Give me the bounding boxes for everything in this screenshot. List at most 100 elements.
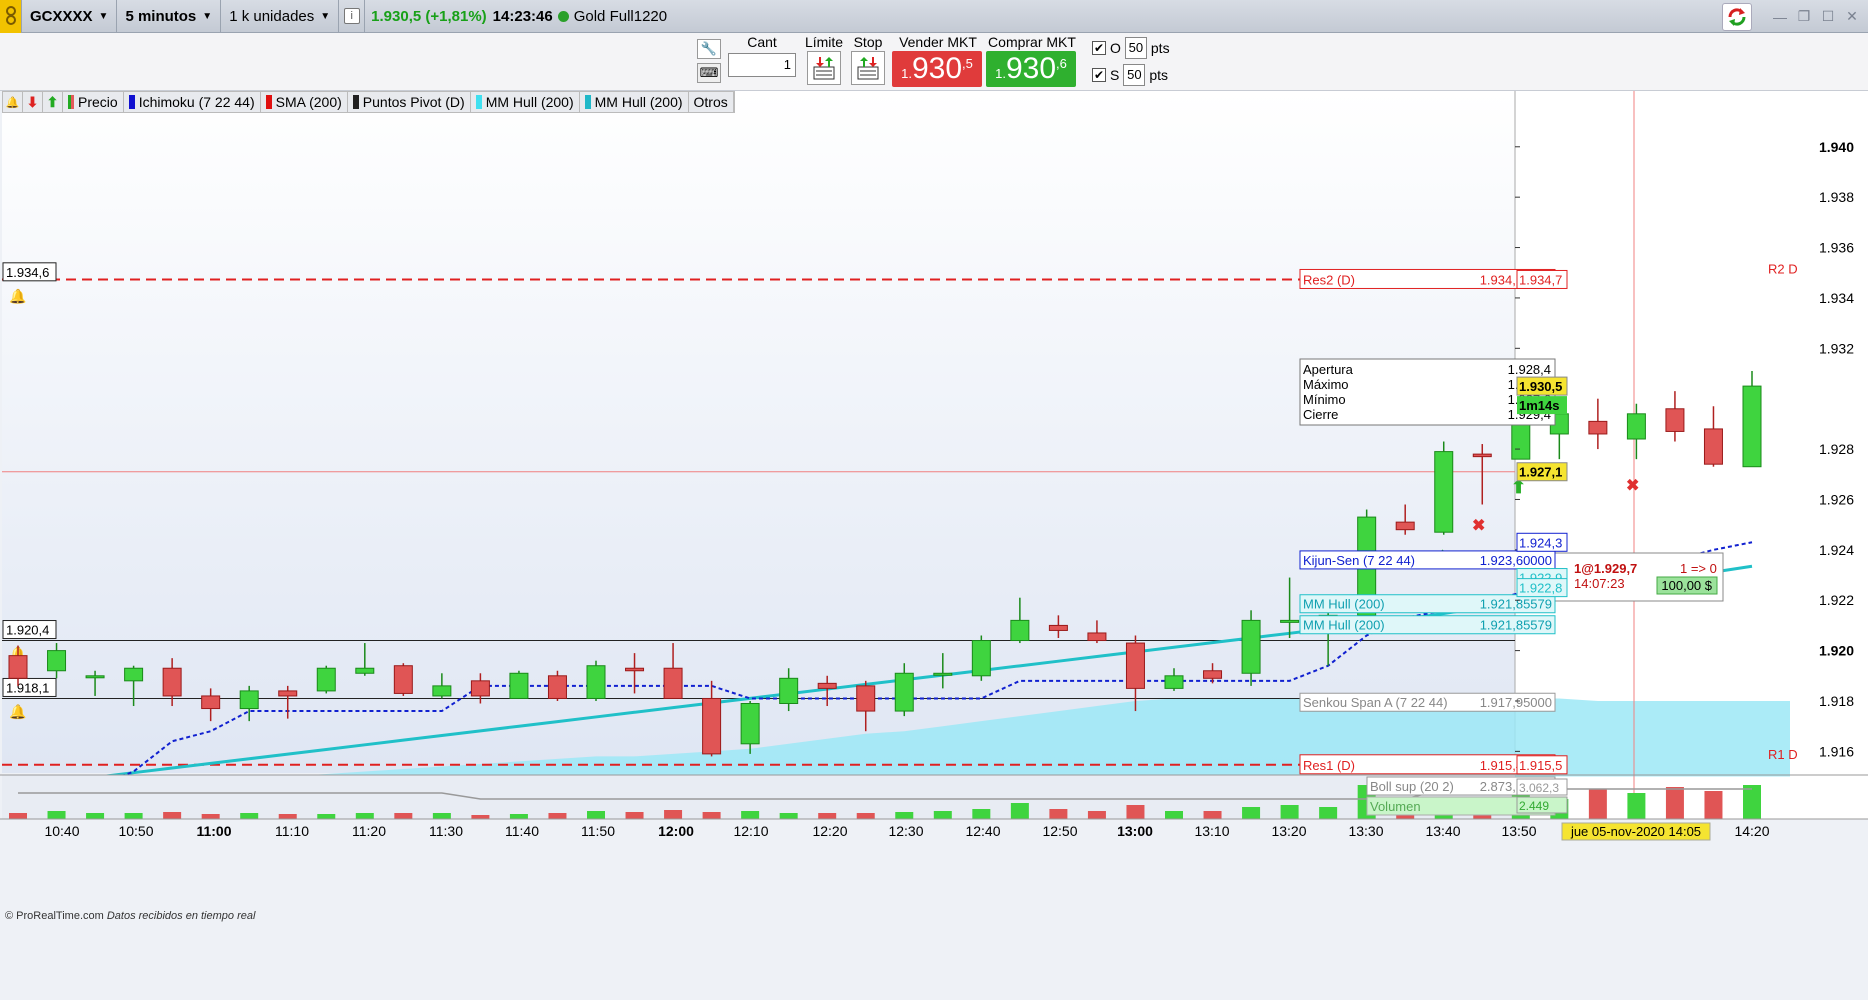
objective-row: ✔ O 50 pts bbox=[1092, 37, 1170, 59]
buy-group: Comprar MKT 1. 930,6 bbox=[986, 33, 1078, 91]
stop-s-label: S bbox=[1110, 67, 1120, 83]
candle-body bbox=[894, 672, 914, 712]
down-arrow-button[interactable]: ⬇ bbox=[23, 92, 43, 112]
hull-axis-label-2: 1.922,8 bbox=[1519, 581, 1562, 596]
x-tick-label: 11:20 bbox=[352, 823, 386, 839]
bell-button[interactable]: 🔔 bbox=[3, 92, 23, 112]
objective-label: O bbox=[1110, 40, 1121, 56]
title-bar: GCXXXX ▼ 5 minutos ▼ 1 k unidades ▼ i 1.930… bbox=[0, 0, 1868, 33]
timeframe-selector[interactable]: 5 minutos ▼ bbox=[117, 0, 222, 33]
bell-icon: 🔔 bbox=[9, 288, 26, 305]
volume-bar bbox=[1087, 811, 1106, 819]
time-cursor-label: jue 05-nov-2020 14:05 bbox=[1570, 824, 1701, 839]
candle-body bbox=[1010, 619, 1030, 642]
indicator-legend: Kijun-Sen (7 22 44) 1.923,60000 bbox=[1299, 550, 1556, 570]
candle-body bbox=[124, 667, 144, 682]
restore-icon[interactable]: ❐ bbox=[1794, 8, 1814, 25]
candle-body bbox=[470, 680, 490, 697]
stop-pts-input[interactable]: 50 bbox=[1123, 64, 1146, 86]
x-tick-label: 12:40 bbox=[965, 823, 1000, 839]
indicator-color-swatch bbox=[265, 95, 272, 109]
volume-axis-value: 2.449 bbox=[1519, 799, 1549, 813]
volume-bar bbox=[1627, 793, 1646, 819]
keyboard-button[interactable]: ⌨ bbox=[697, 63, 721, 83]
volume-bar bbox=[1049, 809, 1068, 819]
chevron-down-icon: ▼ bbox=[98, 10, 109, 22]
objective-checkbox[interactable]: ✔ bbox=[1092, 41, 1106, 55]
trade-order: 1@1.929,7 bbox=[1574, 561, 1637, 576]
qty-input[interactable]: 1 bbox=[728, 53, 796, 77]
x-tick-label: 11:30 bbox=[429, 823, 463, 839]
volume-bar bbox=[818, 813, 837, 819]
volume-bar bbox=[741, 811, 760, 819]
objective-pts-input[interactable]: 50 bbox=[1124, 37, 1147, 59]
qty-label: Cant bbox=[747, 34, 777, 50]
up-arrow-button[interactable]: ⬆ bbox=[43, 92, 63, 112]
x-tick-label: 10:40 bbox=[44, 823, 79, 839]
keyboard-icon: ⌨ bbox=[699, 65, 719, 80]
candle-body bbox=[1434, 451, 1454, 533]
volume-bar bbox=[664, 810, 683, 819]
symbol-selector[interactable]: GCXXXX ▼ bbox=[22, 0, 118, 33]
indicator-mm-hull-200-5[interactable]: MM Hull (200) bbox=[580, 92, 689, 112]
x-tick-label: 13:50 bbox=[1501, 823, 1536, 839]
minimize-icon[interactable]: — bbox=[1770, 9, 1790, 25]
info-button[interactable]: i bbox=[339, 0, 366, 33]
stop-row: ✔ S 50 pts bbox=[1092, 64, 1168, 86]
volume-bar bbox=[278, 814, 297, 819]
indicator-puntos-pivot-d-3[interactable]: Puntos Pivot (D) bbox=[348, 92, 471, 112]
stop-order-button[interactable] bbox=[851, 51, 885, 85]
indicator-legend-name: Kijun-Sen (7 22 44) bbox=[1303, 553, 1415, 568]
refresh-button[interactable] bbox=[1722, 2, 1752, 31]
indicator-otros-6[interactable]: Otros bbox=[689, 92, 734, 112]
candle-body bbox=[933, 672, 953, 676]
candle-body bbox=[971, 640, 991, 677]
indicator-label: Puntos Pivot (D) bbox=[362, 94, 465, 110]
kijun-axis-label: 1.924,3 bbox=[1519, 535, 1562, 550]
y-tick-label: 1.934 bbox=[1819, 290, 1854, 306]
candle-body bbox=[1742, 385, 1762, 468]
volume-bar bbox=[1319, 807, 1338, 819]
volume-bar bbox=[1665, 787, 1684, 819]
indicator-label: SMA (200) bbox=[275, 94, 342, 110]
x-tick-label: 12:50 bbox=[1042, 823, 1077, 839]
indicator-mm-hull-200-4[interactable]: MM Hull (200) bbox=[471, 92, 580, 112]
x-tick-label: 14:20 bbox=[1734, 823, 1769, 839]
buy-price-decimal: ,6 bbox=[1056, 56, 1067, 71]
sell-signal-icon: ✖ bbox=[1626, 477, 1639, 494]
indicator-legend-value: 1.921,85579 bbox=[1480, 618, 1552, 633]
order-toolbar: 🔧 ⌨ Cant 1 Límite Stop Vender MKT 1. 930,… bbox=[0, 33, 1868, 91]
volume-bar bbox=[895, 812, 914, 819]
volume-bar bbox=[1743, 785, 1761, 819]
indicator-bar: 🔔 ⬇ ⬆ Precio Ichimoku (7 22 44) SMA (200) P… bbox=[2, 91, 735, 113]
volume-bar bbox=[432, 813, 451, 819]
indicator-sma-200-2[interactable]: SMA (200) bbox=[261, 92, 348, 112]
indicator-label: Precio bbox=[78, 94, 118, 110]
settings-button[interactable]: 🔧 bbox=[697, 39, 721, 59]
candle-body bbox=[393, 665, 413, 694]
limit-order-button[interactable] bbox=[807, 51, 841, 85]
stop-checkbox[interactable]: ✔ bbox=[1092, 68, 1106, 82]
units-selector[interactable]: 1 k unidades ▼ bbox=[221, 0, 340, 33]
volume-bar bbox=[509, 814, 528, 819]
price-chart[interactable]: R2 DRes2 (D) 1.934,733331.934,7R1 DRes1 (… bbox=[0, 91, 1868, 1000]
ohlc-label: Cierre bbox=[1303, 407, 1338, 422]
volume-axis-top: 3.062,3 bbox=[1519, 781, 1559, 795]
buy-mkt-button[interactable]: 1. 930,6 bbox=[986, 51, 1076, 87]
pivot-tag: R1 D bbox=[1768, 747, 1798, 762]
volume-bar bbox=[86, 813, 105, 819]
bell-icon: 🔔 bbox=[9, 703, 26, 720]
y-tick-label: 1.920 bbox=[1819, 643, 1854, 659]
x-tick-label: 10:50 bbox=[118, 823, 153, 839]
x-tick-label: 11:40 bbox=[505, 823, 539, 839]
volume-bar bbox=[779, 813, 798, 819]
y-tick-label: 1.926 bbox=[1819, 491, 1854, 507]
indicator-ichimoku-7-22-44-1[interactable]: Ichimoku (7 22 44) bbox=[124, 92, 261, 112]
volume-bar bbox=[240, 813, 259, 819]
indicator-precio-0[interactable]: Precio bbox=[63, 92, 124, 112]
close-icon[interactable]: ✕ bbox=[1842, 8, 1862, 25]
indicator-color-swatch bbox=[68, 95, 74, 109]
x-tick-label: 11:10 bbox=[275, 823, 309, 839]
maximize-icon[interactable]: ☐ bbox=[1818, 8, 1838, 25]
sell-mkt-button[interactable]: 1. 930,5 bbox=[892, 51, 982, 87]
